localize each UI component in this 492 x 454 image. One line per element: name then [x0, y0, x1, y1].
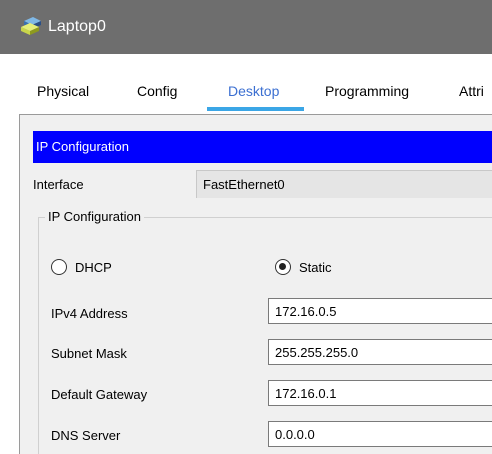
active-tab-indicator — [207, 107, 304, 111]
dns-server-label: DNS Server — [51, 428, 121, 443]
window-title: Laptop0 — [48, 18, 106, 35]
ipv4-address-input[interactable] — [268, 298, 492, 324]
interface-value: FastEthernet0 — [203, 177, 285, 192]
ipv4-address-label: IPv4 Address — [51, 306, 128, 321]
ip-config-header: IP Configuration — [33, 131, 492, 163]
tab-config[interactable]: Config — [137, 82, 177, 100]
subnet-mask-label: Subnet Mask — [51, 346, 127, 361]
ip-config-group — [38, 217, 492, 454]
window-titlebar: Laptop0 — [0, 0, 492, 54]
dns-server-input[interactable] — [268, 421, 492, 447]
interface-label: Interface — [33, 177, 84, 192]
tab-attributes[interactable]: Attri — [459, 82, 484, 100]
static-radio[interactable] — [275, 259, 291, 275]
tab-bar: Physical Config Desktop Programming Attr… — [0, 82, 492, 108]
tab-physical[interactable]: Physical — [37, 82, 89, 100]
subnet-mask-input[interactable] — [268, 339, 492, 365]
static-label[interactable]: Static — [299, 260, 332, 275]
tab-desktop[interactable]: Desktop — [228, 82, 279, 100]
laptop-app-icon — [21, 17, 41, 35]
interface-select[interactable]: FastEthernet0 — [196, 170, 492, 198]
ip-config-group-title: IP Configuration — [45, 209, 144, 224]
default-gateway-label: Default Gateway — [51, 387, 148, 402]
dhcp-radio[interactable] — [51, 259, 67, 275]
dhcp-label[interactable]: DHCP — [75, 260, 112, 275]
default-gateway-input[interactable] — [268, 380, 492, 406]
ip-config-header-title: IP Configuration — [36, 139, 129, 154]
tab-programming[interactable]: Programming — [325, 82, 409, 100]
